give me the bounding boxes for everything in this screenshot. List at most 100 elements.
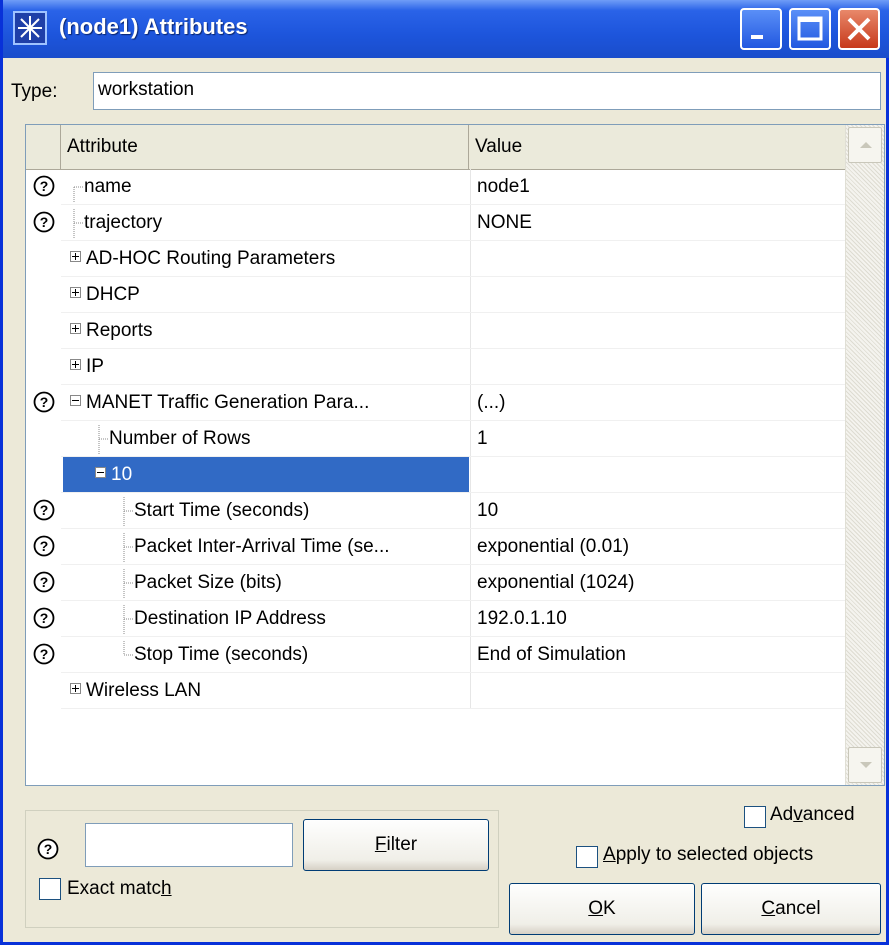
value-cell[interactable]: exponential (0.01) (470, 529, 846, 565)
help-icon[interactable]: ? (32, 570, 56, 594)
expand-icon[interactable] (70, 287, 81, 299)
svg-text:?: ? (40, 646, 49, 662)
value-cell[interactable]: 1 (470, 421, 846, 457)
attribute-cell[interactable]: 10 (95, 457, 132, 493)
attribute-cell[interactable]: IP (70, 349, 104, 385)
attribute-name: Stop Time (seconds) (134, 644, 309, 665)
title-bar[interactable]: (node1) Attributes (3, 0, 889, 58)
value-cell[interactable] (470, 673, 846, 709)
attribute-cell[interactable]: MANET Traffic Generation Para... (70, 385, 369, 421)
tree-connector (123, 569, 133, 599)
table-row[interactable]: 10 (26, 457, 846, 493)
value-cell[interactable] (470, 457, 846, 493)
value-cell[interactable] (470, 313, 846, 349)
attribute-cell[interactable]: name (70, 169, 132, 205)
table-row[interactable]: Wireless LAN (26, 673, 846, 709)
table-row[interactable]: AD-HOC Routing Parameters (26, 241, 846, 277)
tree-connector (123, 641, 133, 656)
column-header-attribute[interactable]: Attribute (61, 125, 469, 169)
help-icon[interactable]: ? (32, 606, 56, 630)
minimize-button[interactable] (740, 8, 782, 50)
expand-icon[interactable] (70, 323, 81, 335)
column-header-value[interactable]: Value (470, 125, 846, 169)
value-cell[interactable]: node1 (470, 169, 846, 205)
value-cell[interactable]: 192.0.1.10 (470, 601, 846, 637)
table-row[interactable]: IP (26, 349, 846, 385)
scroll-down-button[interactable] (848, 747, 882, 783)
attribute-cell[interactable]: Reports (70, 313, 153, 349)
advanced-checkbox[interactable] (744, 806, 766, 828)
expand-icon[interactable] (70, 251, 81, 263)
attribute-cell[interactable]: DHCP (70, 277, 140, 313)
table-row[interactable]: ? name node1 (26, 169, 846, 205)
attribute-cell[interactable]: Number of Rows (95, 421, 251, 457)
attribute-cell[interactable]: trajectory (70, 205, 162, 241)
value-cell[interactable] (470, 349, 846, 385)
ok-button[interactable]: OK (509, 883, 695, 935)
help-icon[interactable]: ? (32, 534, 56, 558)
advanced-label-mnemonic: v (793, 804, 803, 825)
exact-match-label[interactable]: Exact match (67, 878, 172, 900)
table-row[interactable]: ? Packet Inter-Arrival Time (se... exponen… (26, 529, 846, 565)
collapse-icon[interactable] (95, 467, 106, 479)
help-icon[interactable]: ? (32, 390, 56, 414)
table-row[interactable]: Reports (26, 313, 846, 349)
maximize-button[interactable] (789, 8, 831, 50)
attribute-cell[interactable]: Destination IP Address (120, 601, 326, 637)
help-icon[interactable]: ? (32, 174, 56, 198)
value-cell[interactable]: End of Simulation (470, 637, 846, 673)
collapse-icon[interactable] (70, 395, 81, 407)
table-row[interactable]: DHCP (26, 277, 846, 313)
apply-to-selected-label[interactable]: Apply to selected objects (603, 844, 813, 866)
attribute-table: Attribute Value ? name node1? trajectory NON… (25, 124, 885, 786)
value-cell[interactable] (470, 241, 846, 277)
attribute-cell[interactable]: Stop Time (seconds) (120, 637, 308, 673)
filter-input[interactable] (85, 823, 293, 867)
help-icon[interactable]: ? (37, 838, 59, 866)
help-icon[interactable]: ? (32, 642, 56, 666)
tree-connector (73, 186, 83, 203)
attribute-cell[interactable]: Packet Inter-Arrival Time (se... (120, 529, 390, 565)
tree-connector (123, 497, 133, 527)
table-row[interactable]: Number of Rows 1 (26, 421, 846, 457)
attribute-name: Start Time (seconds) (134, 500, 310, 521)
apply-label-post: pply to selected objects (615, 844, 814, 865)
ok-label-mnemonic: O (588, 898, 604, 919)
type-field[interactable]: workstation (93, 72, 881, 110)
value-cell[interactable]: 10 (470, 493, 846, 529)
exact-match-checkbox[interactable] (39, 878, 61, 900)
attribute-cell[interactable]: AD-HOC Routing Parameters (70, 241, 335, 277)
window-title: (node1) Attributes (59, 14, 248, 39)
attribute-name: Packet Inter-Arrival Time (se... (134, 536, 390, 557)
table-header: Attribute Value (26, 125, 846, 170)
close-button[interactable] (838, 8, 880, 50)
value-cell[interactable]: exponential (1024) (470, 565, 846, 601)
cancel-button[interactable]: Cancel (701, 883, 881, 935)
row-divider (61, 708, 846, 709)
attribute-cell[interactable]: Packet Size (bits) (120, 565, 282, 601)
table-row[interactable]: ? Packet Size (bits) exponential (1024) (26, 565, 846, 601)
attribute-cell[interactable]: Wireless LAN (70, 673, 201, 709)
value-cell[interactable] (470, 277, 846, 313)
table-row[interactable]: ? Stop Time (seconds) End of Simulation (26, 637, 846, 673)
vertical-scrollbar[interactable] (845, 125, 884, 785)
table-row[interactable]: ? trajectory NONE (26, 205, 846, 241)
expand-icon[interactable] (70, 683, 81, 695)
help-icon[interactable]: ? (32, 210, 56, 234)
apply-to-selected-checkbox[interactable] (576, 846, 598, 868)
expand-icon[interactable] (70, 359, 81, 371)
table-row[interactable]: ? MANET Traffic Generation Para... (...) (26, 385, 846, 421)
value-cell[interactable]: (...) (470, 385, 846, 421)
table-row[interactable]: ? Start Time (seconds) 10 (26, 493, 846, 529)
value-cell[interactable]: NONE (470, 205, 846, 241)
attribute-cell[interactable]: Start Time (seconds) (120, 493, 309, 529)
up-arrow-icon (860, 142, 872, 148)
table-row[interactable]: ? Destination IP Address 192.0.1.10 (26, 601, 846, 637)
attribute-name: Reports (86, 320, 153, 341)
filter-button[interactable]: Filter (303, 819, 489, 871)
help-icon[interactable]: ? (32, 498, 56, 522)
filter-label-mnemonic: F (374, 834, 387, 855)
advanced-label[interactable]: Advanced (770, 804, 855, 826)
attribute-name: Number of Rows (109, 428, 251, 449)
scroll-up-button[interactable] (848, 127, 882, 163)
